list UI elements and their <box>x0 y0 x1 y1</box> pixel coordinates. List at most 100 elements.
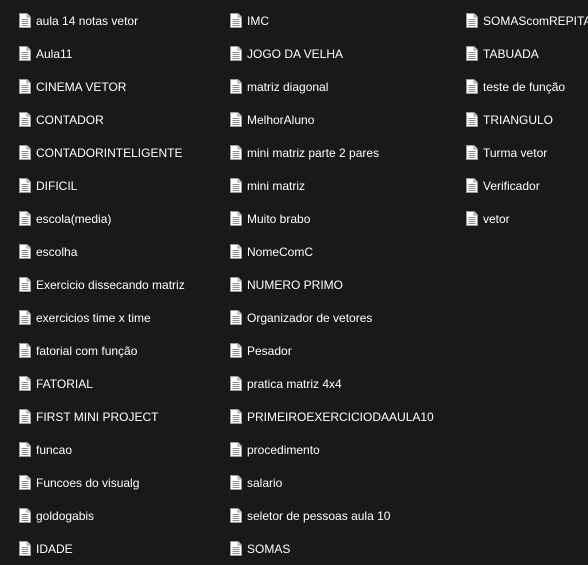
file-column-1: aula 14 notas vetor Aula11 CINEMA VETOR CON… <box>19 4 224 565</box>
text-file-icon <box>19 441 32 458</box>
file-item[interactable]: MelhorAluno <box>230 103 460 136</box>
file-name: CONTADORINTELIGENTE <box>36 145 183 160</box>
text-file-icon <box>466 45 479 62</box>
text-file-icon <box>19 78 32 95</box>
file-name: procedimento <box>247 442 320 457</box>
file-name: mini matriz parte 2 pares <box>247 145 380 160</box>
text-file-icon <box>230 12 243 29</box>
text-file-icon <box>230 342 243 359</box>
file-item[interactable]: mini matriz parte 2 pares <box>230 136 460 169</box>
text-file-icon <box>466 78 479 95</box>
text-file-icon <box>466 210 479 227</box>
file-name: exercicios time x time <box>36 310 151 325</box>
file-item[interactable]: DIFICIL <box>19 169 224 202</box>
file-item[interactable]: escola(media) <box>19 202 224 235</box>
file-item[interactable]: IDADE <box>19 532 224 565</box>
file-item[interactable]: seletor de pessoas aula 10 <box>230 499 460 532</box>
file-item[interactable]: vetor <box>466 202 588 235</box>
file-name: teste de função <box>483 79 566 94</box>
file-name: Turma vetor <box>483 145 548 160</box>
file-name: SOMAS <box>247 541 291 556</box>
file-name: SOMAScomREPITA <box>483 13 588 28</box>
text-file-icon <box>230 177 243 194</box>
file-item[interactable]: Verificador <box>466 169 588 202</box>
text-file-icon <box>19 210 32 227</box>
file-item[interactable]: IMC <box>230 4 460 37</box>
text-file-icon <box>230 243 243 260</box>
file-name: seletor de pessoas aula 10 <box>247 508 391 523</box>
file-item[interactable]: salario <box>230 466 460 499</box>
file-item[interactable]: matriz diagonal <box>230 70 460 103</box>
text-file-icon <box>230 540 243 557</box>
file-name: escola(media) <box>36 211 112 226</box>
file-item[interactable]: NUMERO PRIMO <box>230 268 460 301</box>
file-item[interactable]: CINEMA VETOR <box>19 70 224 103</box>
text-file-icon <box>19 375 32 392</box>
text-file-icon <box>19 144 32 161</box>
file-name: TABUADA <box>483 46 539 61</box>
file-name: Aula11 <box>36 46 73 61</box>
file-item[interactable]: Funcoes do visualg <box>19 466 224 499</box>
text-file-icon <box>19 408 32 425</box>
file-name: IMC <box>247 13 269 28</box>
file-item[interactable]: TRIANGULO <box>466 103 588 136</box>
file-item[interactable]: Exercicio dissecando matriz <box>19 268 224 301</box>
file-item[interactable]: funcao <box>19 433 224 466</box>
file-item[interactable]: Pesador <box>230 334 460 367</box>
text-file-icon <box>466 177 479 194</box>
text-file-icon <box>19 177 32 194</box>
file-item[interactable]: procedimento <box>230 433 460 466</box>
file-item[interactable]: exercicios time x time <box>19 301 224 334</box>
file-name: IDADE <box>36 541 73 556</box>
file-item[interactable]: Aula11 <box>19 37 224 70</box>
file-item[interactable]: FATORIAL <box>19 367 224 400</box>
file-column-3: SOMAScomREPITA TABUADA teste de função TRIA… <box>466 4 588 235</box>
text-file-icon <box>230 309 243 326</box>
file-item[interactable]: Organizador de vetores <box>230 301 460 334</box>
file-item[interactable]: Muito brabo <box>230 202 460 235</box>
file-name: fatorial com função <box>36 343 138 358</box>
file-name: FIRST MINI PROJECT <box>36 409 159 424</box>
file-name: Organizador de vetores <box>247 310 373 325</box>
file-item[interactable]: SOMAScomREPITA <box>466 4 588 37</box>
file-item[interactable]: FIRST MINI PROJECT <box>19 400 224 433</box>
file-name: DIFICIL <box>36 178 78 193</box>
file-item[interactable]: mini matriz <box>230 169 460 202</box>
text-file-icon <box>19 309 32 326</box>
text-file-icon <box>19 474 32 491</box>
file-item[interactable]: fatorial com função <box>19 334 224 367</box>
text-file-icon <box>230 375 243 392</box>
file-item[interactable]: CONTADOR <box>19 103 224 136</box>
file-item[interactable]: teste de função <box>466 70 588 103</box>
text-file-icon <box>19 12 32 29</box>
text-file-icon <box>230 474 243 491</box>
text-file-icon <box>230 276 243 293</box>
file-item[interactable]: CONTADORINTELIGENTE <box>19 136 224 169</box>
text-file-icon <box>19 45 32 62</box>
file-name: goldogabis <box>36 508 95 523</box>
file-item[interactable]: JOGO DA VELHA <box>230 37 460 70</box>
file-item[interactable]: PRIMEIROEXERCICIODAAULA10 <box>230 400 460 433</box>
text-file-icon <box>230 408 243 425</box>
file-item[interactable]: SOMAS <box>230 532 460 565</box>
file-name: Funcoes do visualg <box>36 475 140 490</box>
file-name: JOGO DA VELHA <box>247 46 344 61</box>
file-item[interactable]: TABUADA <box>466 37 588 70</box>
file-name: Pesador <box>247 343 292 358</box>
file-name: CONTADOR <box>36 112 104 127</box>
text-file-icon <box>466 111 479 128</box>
file-item[interactable]: aula 14 notas vetor <box>19 4 224 37</box>
file-item[interactable]: NomeComC <box>230 235 460 268</box>
text-file-icon <box>19 243 32 260</box>
text-file-icon <box>230 441 243 458</box>
text-file-icon <box>230 144 243 161</box>
file-name: CINEMA VETOR <box>36 79 127 94</box>
file-item[interactable]: Turma vetor <box>466 136 588 169</box>
file-name: TRIANGULO <box>483 112 554 127</box>
file-name: Verificador <box>483 178 540 193</box>
file-item[interactable]: pratica matriz 4x4 <box>230 367 460 400</box>
file-name: funcao <box>36 442 73 457</box>
file-item[interactable]: goldogabis <box>19 499 224 532</box>
file-item[interactable]: escolha <box>19 235 224 268</box>
text-file-icon <box>230 111 243 128</box>
